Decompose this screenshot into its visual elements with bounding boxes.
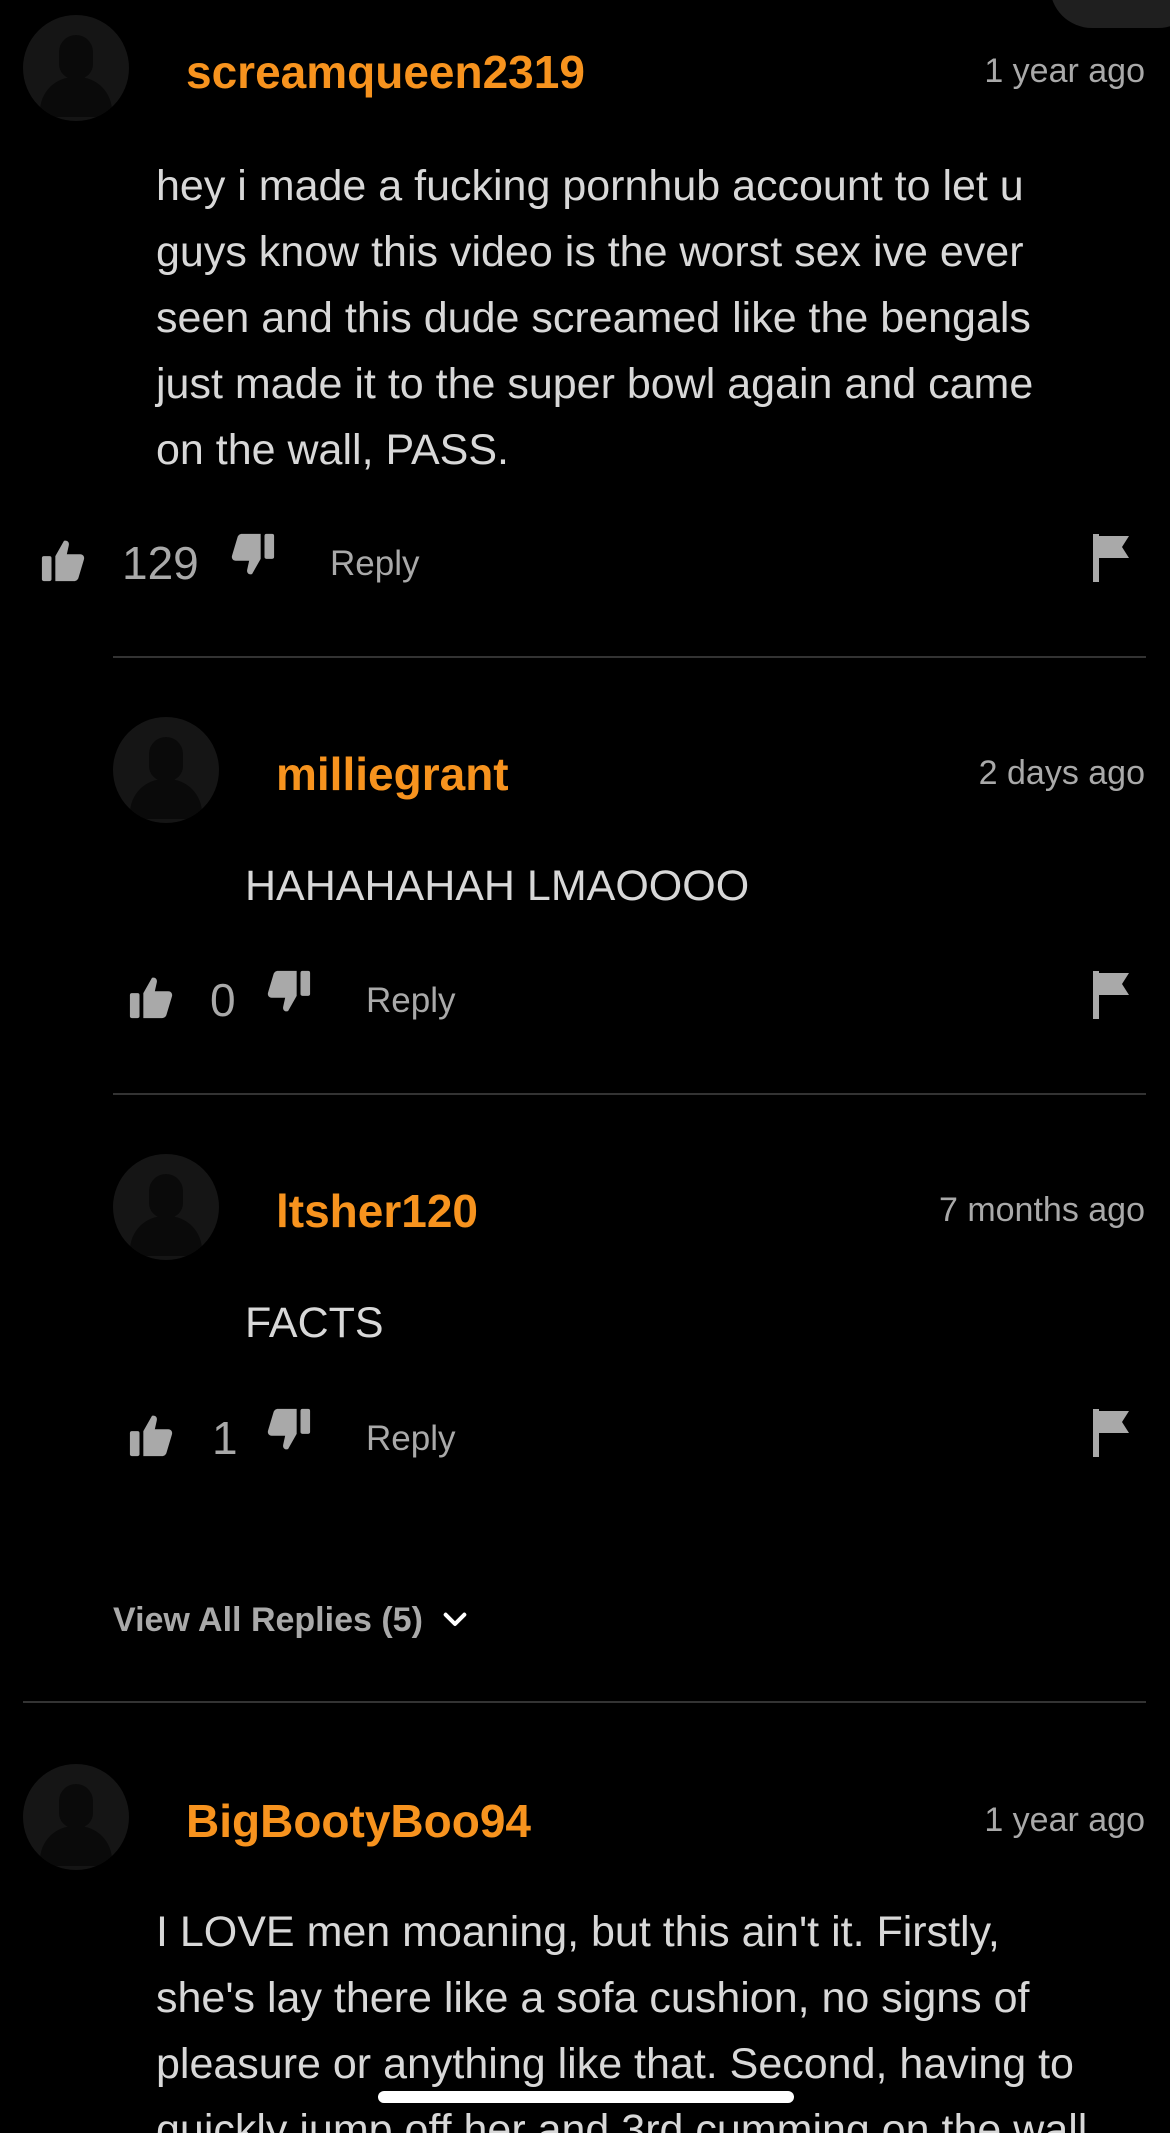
avatar-shoulders-shape <box>130 779 202 819</box>
reply-button[interactable]: Reply <box>330 544 419 584</box>
comment-body-line: pleasure or anything like that. Second, … <box>156 2040 1074 2088</box>
thumbs-down-icon[interactable] <box>266 1407 312 1453</box>
flag-icon[interactable] <box>1091 534 1131 582</box>
reply-body: FACTS <box>245 1299 384 1347</box>
thumbs-down-icon[interactable] <box>266 969 312 1015</box>
thumbs-up-icon[interactable] <box>128 974 174 1020</box>
comment-actions: 129 Reply <box>0 530 1170 590</box>
comments-screen: screamqueen2319 1 year ago hey i made a … <box>0 0 1170 2133</box>
reply-timestamp: 7 months ago <box>938 1191 1145 1229</box>
reply-button[interactable]: Reply <box>366 981 455 1021</box>
home-indicator[interactable] <box>378 2091 794 2103</box>
avatar-shoulders-shape <box>40 1826 112 1866</box>
thumbs-up-icon[interactable] <box>40 537 86 583</box>
avatar-shoulders-shape <box>130 1216 202 1256</box>
flag-icon[interactable] <box>1091 971 1131 1019</box>
reply-username[interactable]: ltsher120 <box>276 1184 478 1238</box>
comment-timestamp: 1 year ago <box>984 52 1145 90</box>
avatar[interactable] <box>23 1764 129 1870</box>
vote-count: 0 <box>210 974 236 1026</box>
comment-body-line: on the wall, PASS. <box>156 426 509 474</box>
reply-timestamp: 2 days ago <box>978 754 1145 792</box>
vote-count: 1 <box>212 1412 238 1464</box>
view-all-replies-label: View All Replies (5) <box>113 1600 423 1639</box>
comment-body-line: she's lay there like a sofa cushion, no … <box>156 1974 1030 2022</box>
comment-divider <box>23 1701 1146 1703</box>
avatar-head-shape <box>149 1174 183 1218</box>
comment-body-line: guys know this video is the worst sex iv… <box>156 228 1024 276</box>
thumbs-down-icon[interactable] <box>230 532 276 578</box>
thumbs-up-icon[interactable] <box>128 1412 174 1458</box>
floating-button[interactable] <box>1050 0 1170 28</box>
reply-divider <box>113 656 1146 658</box>
comment-body-line: just made it to the super bowl again and… <box>156 360 1034 408</box>
vote-count: 129 <box>122 537 199 589</box>
comment-body-line: I LOVE men moaning, but this ain't it. F… <box>156 1908 1000 1956</box>
comment-username[interactable]: BigBootyBoo94 <box>186 1794 531 1848</box>
reply-body: HAHAHAHAH LMAOOOO <box>245 862 750 910</box>
avatar-shoulders-shape <box>40 77 112 117</box>
comment-body: hey i made a fucking pornhub account to … <box>156 153 1033 483</box>
reply-divider <box>113 1093 1146 1095</box>
comment-body-line: seen and this dude screamed like the ben… <box>156 294 1031 342</box>
reply-actions: 0 Reply <box>0 967 1170 1027</box>
reply-username[interactable]: milliegrant <box>276 747 509 801</box>
avatar-head-shape <box>59 1784 93 1828</box>
reply-actions: 1 Reply <box>0 1405 1170 1465</box>
avatar[interactable] <box>23 15 129 121</box>
avatar[interactable] <box>113 1154 219 1260</box>
avatar-head-shape <box>59 35 93 79</box>
avatar-head-shape <box>149 737 183 781</box>
comment-username[interactable]: screamqueen2319 <box>186 45 585 99</box>
avatar[interactable] <box>113 717 219 823</box>
view-all-replies-button[interactable]: View All Replies (5) <box>113 1596 471 1644</box>
comment-body-line: hey i made a fucking pornhub account to … <box>156 162 1024 210</box>
chevron-down-icon <box>443 1612 467 1626</box>
reply-button[interactable]: Reply <box>366 1419 455 1459</box>
flag-icon[interactable] <box>1091 1409 1131 1457</box>
comment-timestamp: 1 year ago <box>984 1801 1145 1839</box>
